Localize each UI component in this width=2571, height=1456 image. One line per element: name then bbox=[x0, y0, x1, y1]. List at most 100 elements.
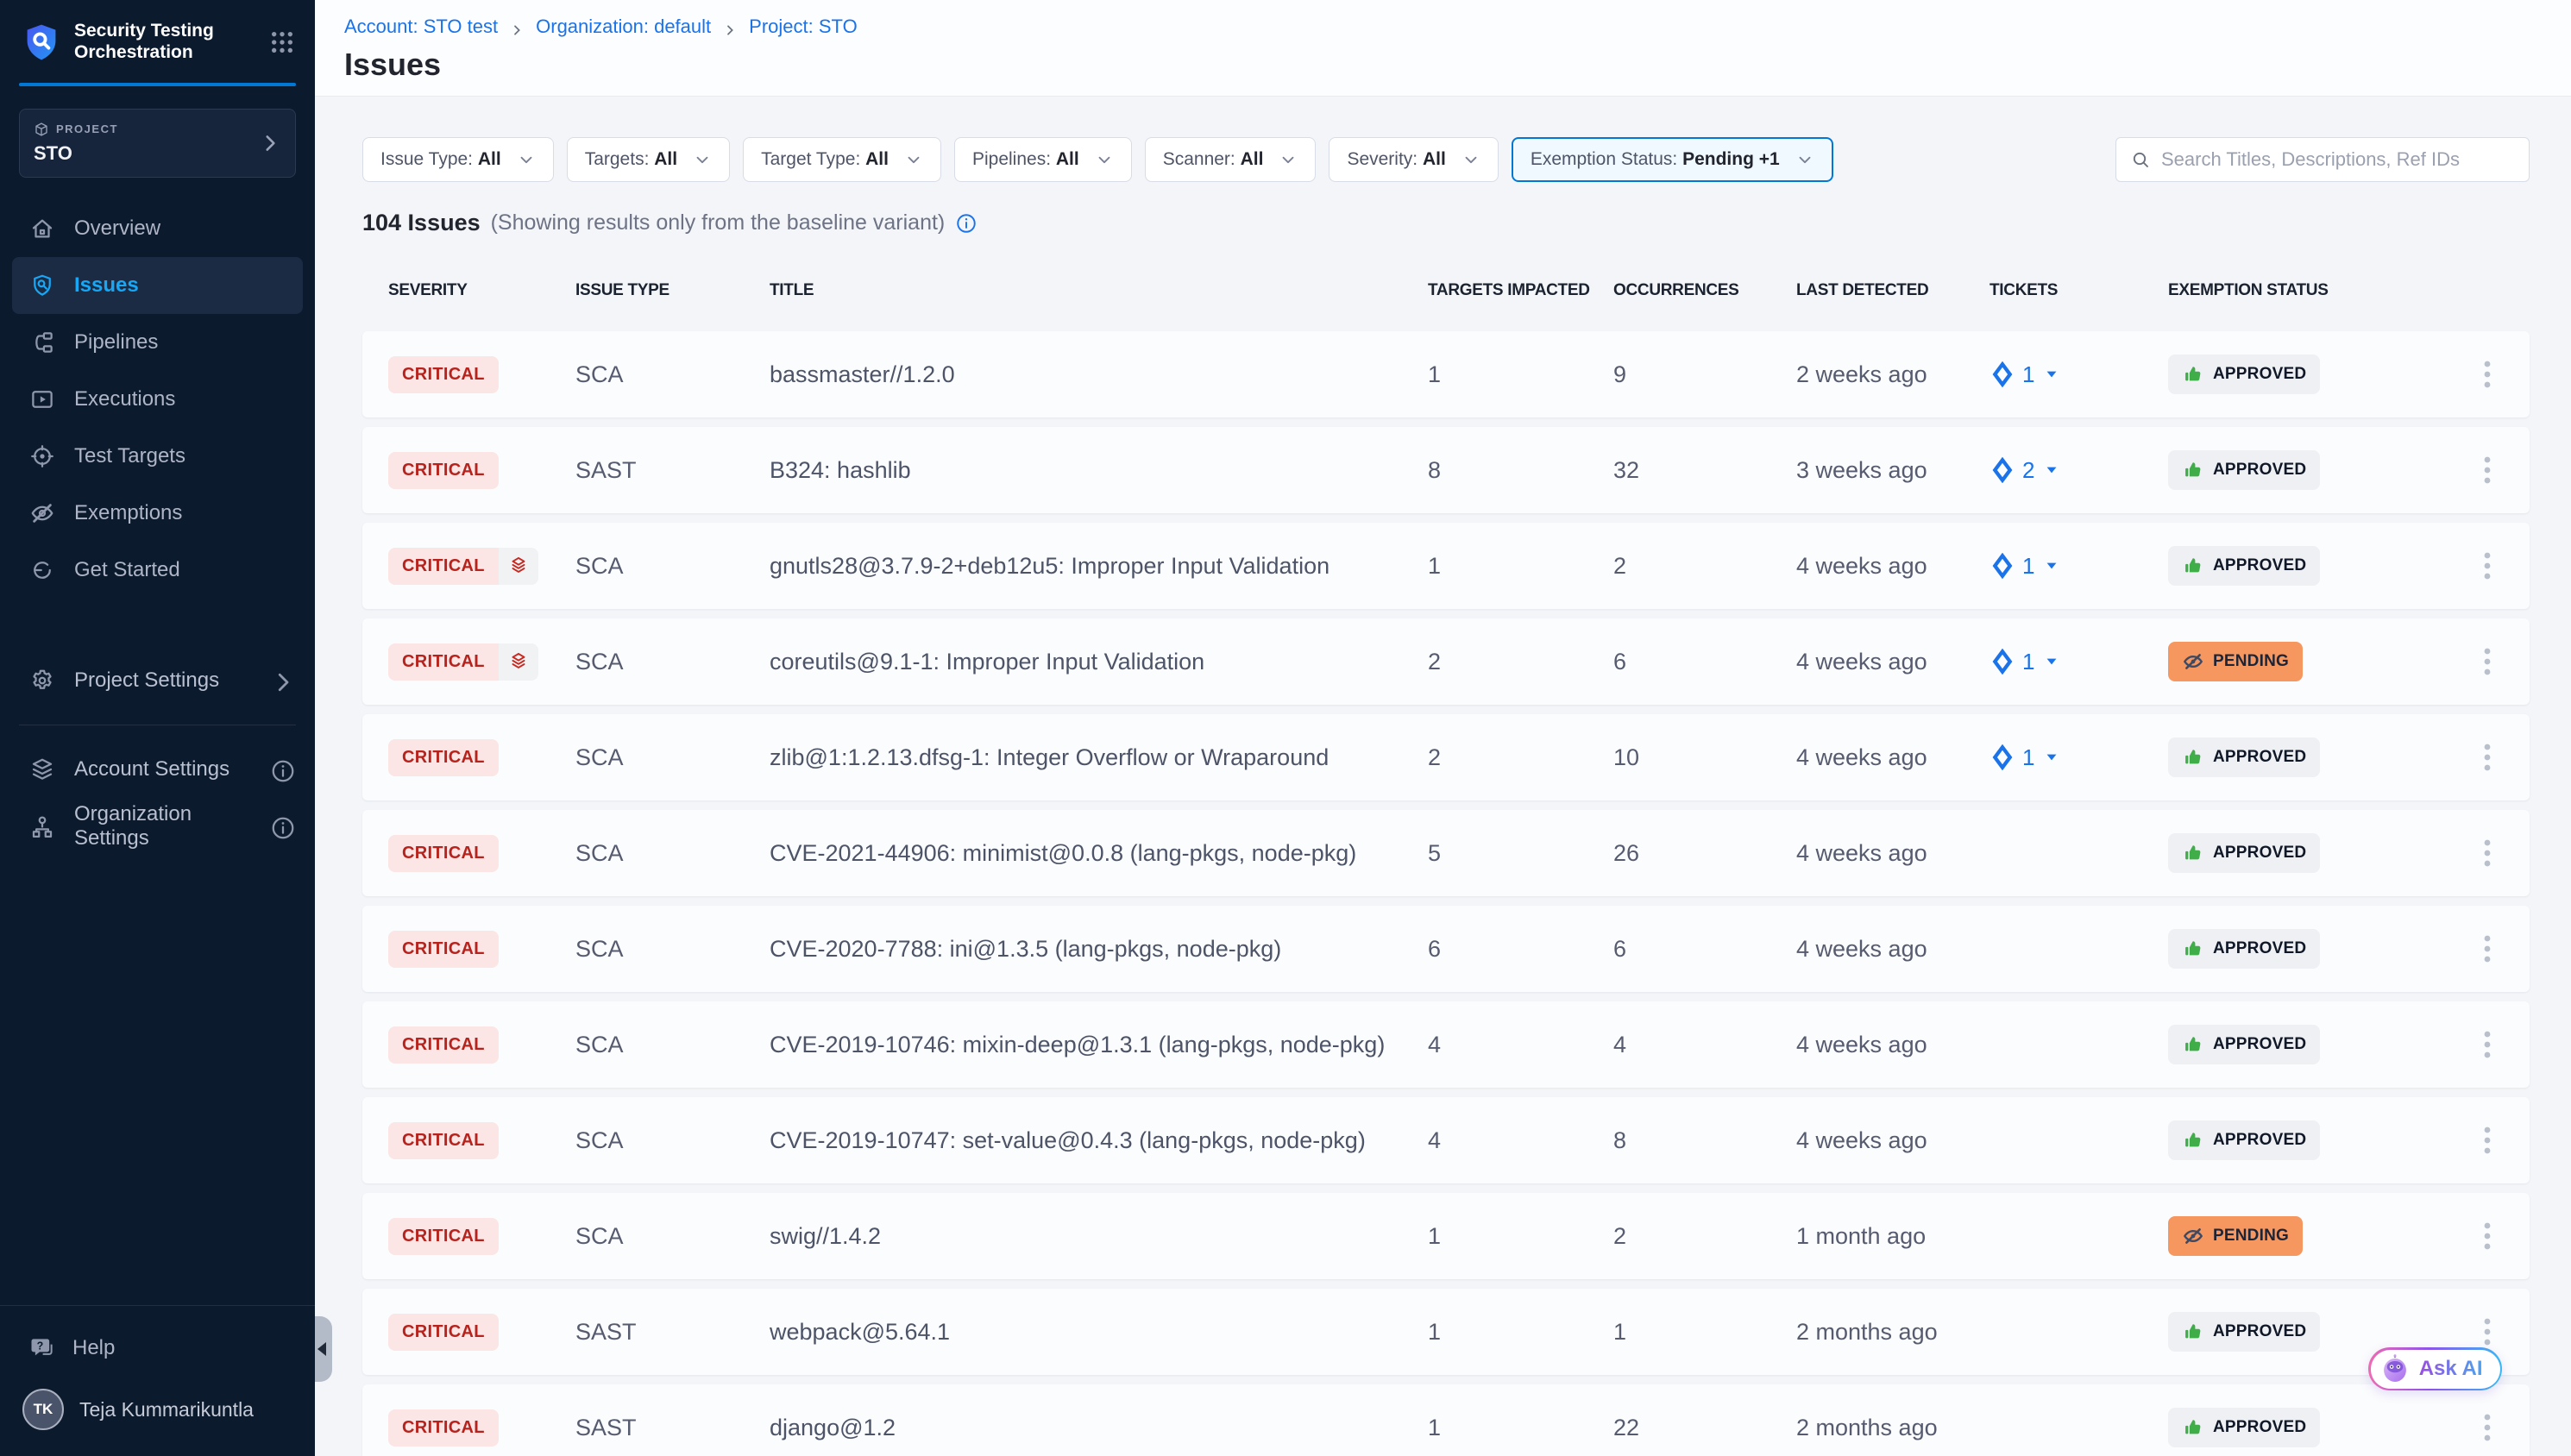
occurrences-cell: 26 bbox=[1613, 840, 1796, 867]
project-selector[interactable]: PROJECT STO bbox=[19, 109, 296, 178]
filter-targets[interactable]: Targets: All bbox=[567, 137, 730, 182]
user-item[interactable]: TK Teja Kummarikuntla bbox=[0, 1373, 315, 1437]
search-input[interactable] bbox=[2161, 148, 2515, 171]
filter-text: Issue Type: All bbox=[380, 149, 501, 170]
issue-title[interactable]: CVE-2021-44906: minimist@0.0.8 (lang-pkg… bbox=[770, 840, 1428, 867]
row-menu-button[interactable] bbox=[2483, 743, 2530, 772]
caret-down-icon[interactable] bbox=[2043, 366, 2060, 383]
jira-ticket-icon bbox=[1990, 649, 2015, 675]
issue-row[interactable]: CRITICAL SCA zlib@1:1.2.13.dfsg-1: Integ… bbox=[362, 714, 2530, 800]
caret-down-icon[interactable] bbox=[2043, 557, 2060, 574]
issue-row[interactable]: CRITICAL SCA CVE-2019-10747: set-value@0… bbox=[362, 1097, 2530, 1183]
sidebar-item-overview[interactable]: Overview bbox=[0, 200, 315, 257]
help-item[interactable]: ? Help bbox=[0, 1323, 315, 1373]
issue-row[interactable]: CRITICAL SAST B324: hashlib 8 32 3 weeks… bbox=[362, 427, 2530, 513]
filter-severity[interactable]: Severity: All bbox=[1329, 137, 1498, 182]
filters-row: Issue Type: All Targets: All Target Type… bbox=[362, 137, 2530, 182]
row-menu-button[interactable] bbox=[2483, 1221, 2530, 1251]
status-badge: APPROVED bbox=[2168, 1120, 2320, 1160]
caret-down-icon[interactable] bbox=[2043, 749, 2060, 766]
issue-title[interactable]: CVE-2020-7788: ini@1.3.5 (lang-pkgs, nod… bbox=[770, 936, 1428, 963]
status-label: APPROVED bbox=[2213, 365, 2306, 384]
caret-down-icon[interactable] bbox=[2043, 653, 2060, 670]
severity-label: CRITICAL bbox=[388, 356, 499, 393]
row-menu-button[interactable] bbox=[2483, 1126, 2530, 1155]
status-badge: PENDING bbox=[2168, 642, 2303, 681]
issue-row[interactable]: CRITICAL SAST webpack@5.64.1 1 1 2 month… bbox=[362, 1289, 2530, 1375]
sidebar-item-issues[interactable]: Issues bbox=[12, 257, 303, 314]
targets-impacted-cell: 2 bbox=[1428, 649, 1613, 675]
last-detected-cell: 4 weeks ago bbox=[1796, 649, 1990, 675]
issue-title[interactable]: CVE-2019-10747: set-value@0.4.3 (lang-pk… bbox=[770, 1127, 1428, 1154]
issue-row[interactable]: CRITICAL SCA swig//1.4.2 1 2 1 month ago… bbox=[362, 1193, 2530, 1279]
chevron-down-icon bbox=[1279, 150, 1298, 169]
issue-row[interactable]: CRITICAL SCA CVE-2021-44906: minimist@0.… bbox=[362, 810, 2530, 896]
sidebar-item-project-settings[interactable]: Project Settings bbox=[0, 652, 315, 709]
row-menu-button[interactable] bbox=[2483, 838, 2530, 868]
tickets-cell: 1 bbox=[1990, 361, 2168, 388]
sidebar-item-exemptions[interactable]: Exemptions bbox=[0, 485, 315, 542]
severity-badge: CRITICAL bbox=[388, 643, 538, 681]
issue-title[interactable]: webpack@5.64.1 bbox=[770, 1319, 1428, 1346]
sidebar-item-pipelines[interactable]: Pipelines bbox=[0, 314, 315, 371]
issue-title[interactable]: gnutls28@3.7.9-2+deb12u5: Improper Input… bbox=[770, 553, 1428, 580]
sidebar-item-executions[interactable]: Executions bbox=[0, 371, 315, 428]
breadcrumb-link[interactable]: Account: STO test bbox=[344, 16, 498, 38]
org-icon bbox=[29, 813, 55, 839]
issue-row[interactable]: CRITICAL SCA CVE-2019-10746: mixin-deep@… bbox=[362, 1001, 2530, 1088]
issue-row[interactable]: CRITICAL SCA gnutls28@3.7.9-2+deb12u5: I… bbox=[362, 523, 2530, 609]
module-grid-icon[interactable] bbox=[268, 28, 296, 56]
dots-vertical-icon bbox=[2483, 1221, 2492, 1251]
row-menu-button[interactable] bbox=[2483, 551, 2530, 581]
info-icon[interactable] bbox=[955, 212, 977, 235]
sidebar-item-account-settings[interactable]: Account Settings bbox=[0, 741, 315, 798]
row-menu-button[interactable] bbox=[2483, 455, 2530, 485]
severity-label: CRITICAL bbox=[388, 1026, 499, 1064]
filter-scanner[interactable]: Scanner: All bbox=[1145, 137, 1317, 182]
issue-title[interactable]: zlib@1:1.2.13.dfsg-1: Integer Overflow o… bbox=[770, 744, 1428, 771]
breadcrumb-link[interactable]: Organization: default bbox=[536, 16, 711, 38]
sidebar-item-get-started[interactable]: Get Started bbox=[0, 542, 315, 599]
row-menu-button[interactable] bbox=[2483, 360, 2530, 389]
sidebar-collapse-handle[interactable] bbox=[315, 1316, 332, 1382]
issue-row[interactable]: CRITICAL SAST django@1.2 1 22 2 months a… bbox=[362, 1384, 2530, 1456]
filter-exemption-status[interactable]: Exemption Status: Pending +1 bbox=[1512, 137, 1833, 182]
issue-title[interactable]: coreutils@9.1-1: Improper Input Validati… bbox=[770, 649, 1428, 675]
issue-type-cell: SCA bbox=[575, 1032, 770, 1058]
severity-cell: CRITICAL bbox=[388, 835, 575, 872]
filter-text: Target Type: All bbox=[761, 149, 889, 170]
filter-pipelines[interactable]: Pipelines: All bbox=[954, 137, 1132, 182]
status-badge: APPROVED bbox=[2168, 546, 2320, 586]
column-header-title: TITLE bbox=[770, 281, 1428, 300]
sidebar-item-test-targets[interactable]: Test Targets bbox=[0, 428, 315, 485]
filter-issue-type[interactable]: Issue Type: All bbox=[362, 137, 554, 182]
status-badge: APPROVED bbox=[2168, 1408, 2320, 1447]
info-icon bbox=[270, 815, 292, 838]
jira-ticket-icon bbox=[1990, 361, 2015, 387]
ask-ai-button[interactable]: Ask AI bbox=[2368, 1347, 2502, 1390]
issue-title[interactable]: CVE-2019-10746: mixin-deep@1.3.1 (lang-p… bbox=[770, 1032, 1428, 1058]
issue-title[interactable]: bassmaster//1.2.0 bbox=[770, 361, 1428, 388]
sidebar-item-organization-settings[interactable]: Organization Settings bbox=[0, 798, 315, 855]
row-menu-button[interactable] bbox=[2483, 1413, 2530, 1442]
row-menu-button[interactable] bbox=[2483, 1030, 2530, 1059]
issue-title[interactable]: swig//1.4.2 bbox=[770, 1223, 1428, 1250]
caret-down-icon[interactable] bbox=[2043, 461, 2060, 479]
row-menu-button[interactable] bbox=[2483, 934, 2530, 963]
status-label: PENDING bbox=[2213, 652, 2289, 671]
row-menu-button[interactable] bbox=[2483, 1317, 2530, 1346]
issue-row[interactable]: CRITICAL SCA CVE-2020-7788: ini@1.3.5 (l… bbox=[362, 906, 2530, 992]
ticket-count: 1 bbox=[2022, 649, 2034, 675]
issue-title[interactable]: django@1.2 bbox=[770, 1415, 1428, 1441]
breadcrumb-link[interactable]: Project: STO bbox=[749, 16, 858, 38]
occurrences-cell: 9 bbox=[1613, 361, 1796, 388]
filter-target-type[interactable]: Target Type: All bbox=[743, 137, 941, 182]
issue-row[interactable]: CRITICAL SCA coreutils@9.1-1: Improper I… bbox=[362, 618, 2530, 705]
row-menu-button[interactable] bbox=[2483, 647, 2530, 676]
exemption-status-cell: APPROVED bbox=[2168, 1408, 2476, 1447]
last-detected-cell: 2 months ago bbox=[1796, 1415, 1990, 1441]
severity-label: CRITICAL bbox=[388, 643, 499, 681]
issue-title[interactable]: B324: hashlib bbox=[770, 457, 1428, 484]
dots-vertical-icon bbox=[2483, 1317, 2492, 1346]
issue-row[interactable]: CRITICAL SCA bassmaster//1.2.0 1 9 2 wee… bbox=[362, 331, 2530, 417]
